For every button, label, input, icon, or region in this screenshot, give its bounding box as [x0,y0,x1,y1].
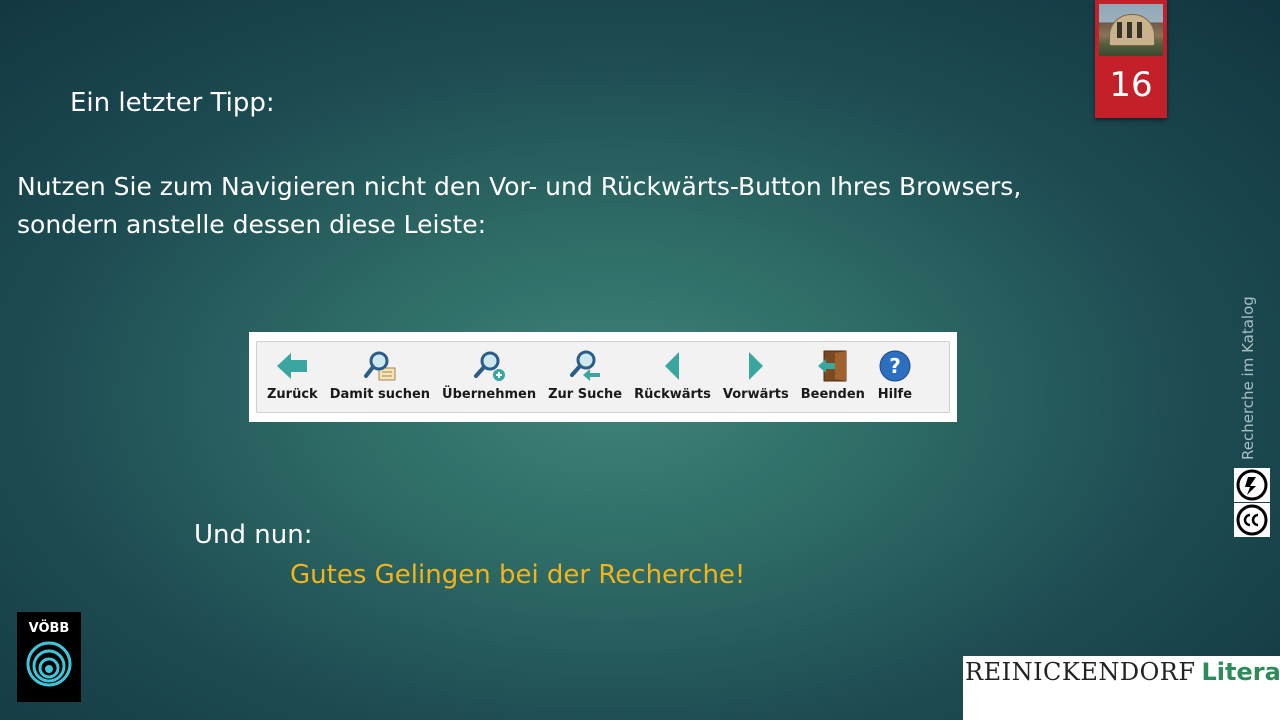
triangle-left-icon [665,352,680,380]
exit-door-icon [817,350,847,382]
search-add-icon [474,351,506,381]
back-button-label: Zurück [267,387,318,402]
triangle-right-icon [748,352,763,380]
search-with-icon [363,351,396,381]
closing-intro: Und nun: [194,520,313,550]
instruction-text: Nutzen Sie zum Navigieren nicht den Vor-… [17,168,1247,244]
search-with-button[interactable]: Damit suchen [324,348,436,402]
back-button[interactable]: Zurück [261,348,324,402]
help-icon: ? [879,350,911,382]
license-by-icon [1234,468,1270,502]
literatur-text: Literatur [1201,658,1280,686]
voebb-wave-icon [26,641,72,687]
toolbar-bar: Zurück Damit suchen Übernehmen Zur Suche… [256,341,950,413]
reinickendorf-literatur-logo: REINICKENDORFLiteratur [963,656,1280,720]
back-arrow-icon [277,353,308,379]
exit-button-label: Beenden [800,387,865,402]
exit-button[interactable]: Beenden [795,348,871,402]
creative-commons-icon [1234,503,1270,537]
backward-button-label: Rückwärts [634,387,711,402]
closing-wish: Gutes Gelingen bei der Recherche! [290,560,746,590]
slide-heading: Ein letzter Tipp: [70,88,275,118]
building-photo [1099,4,1163,56]
section-caption: Recherche im Katalog [1239,296,1257,460]
slide-number: 16 [1109,65,1153,105]
instruction-line-2: sondern anstelle dessen diese Leiste: [17,210,487,239]
search-return-icon [570,350,601,381]
navigation-toolbar-screenshot: Zurück Damit suchen Übernehmen Zur Suche… [249,332,957,422]
to-search-button[interactable]: Zur Suche [542,348,628,402]
help-button[interactable]: ? Hilfe [871,348,919,402]
instruction-line-1: Nutzen Sie zum Navigieren nicht den Vor-… [17,172,1022,201]
forward-button-label: Vorwärts [722,387,789,402]
adopt-button-label: Übernehmen [442,387,537,402]
slide-number-badge: 16 [1095,0,1167,118]
to-search-button-label: Zur Suche [548,387,623,402]
forward-button[interactable]: Vorwärts [717,348,795,402]
voebb-logo: VÖBB [17,612,81,702]
svg-text:?: ? [889,354,901,378]
backward-button[interactable]: Rückwärts [628,348,717,402]
help-button-label: Hilfe [877,387,913,402]
reinickendorf-text: REINICKENDORF [965,658,1196,686]
voebb-logo-text: VÖBB [28,621,70,636]
adopt-button[interactable]: Übernehmen [436,348,542,402]
search-with-button-label: Damit suchen [329,387,431,402]
